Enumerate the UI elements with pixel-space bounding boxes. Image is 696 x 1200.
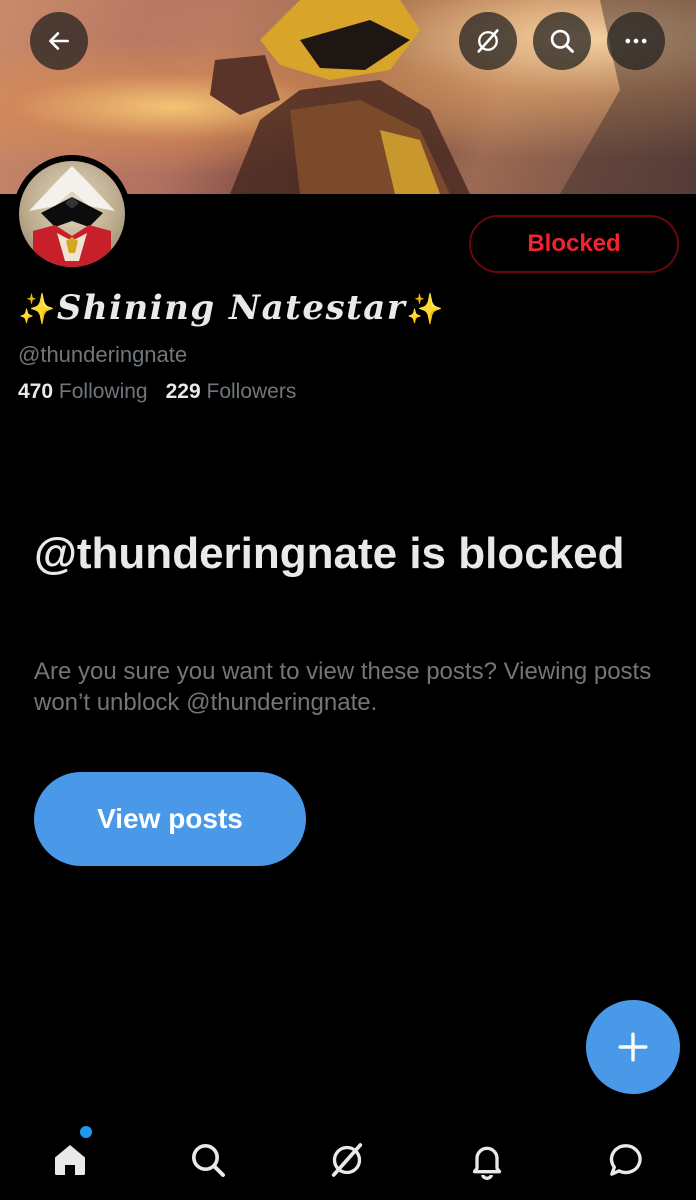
followers-count: 229 [165, 380, 201, 403]
messages-icon [609, 1144, 642, 1176]
following-label: Following [58, 380, 148, 403]
home-notification-dot [80, 1126, 92, 1138]
notifications-icon [472, 1146, 502, 1180]
sparkles-emoji: ✨ [18, 292, 57, 327]
blocked-title: @thunderingnate is blocked [34, 529, 625, 578]
following-count: 470 [18, 380, 54, 403]
profile-handle: @thunderingnate [18, 342, 188, 367]
tab-home[interactable] [40, 1130, 100, 1190]
search-icon [550, 29, 574, 53]
tab-messages[interactable] [596, 1130, 656, 1190]
grok-icon [331, 1143, 363, 1177]
plus-icon [618, 1032, 648, 1062]
search-icon [192, 1144, 225, 1177]
home-icon [55, 1145, 85, 1175]
followers-label: Followers [206, 380, 297, 403]
tab-notifications[interactable] [457, 1130, 517, 1190]
profile-stats: 470 Following 229 Followers [18, 380, 296, 404]
tab-search[interactable] [178, 1130, 238, 1190]
more-button[interactable] [607, 12, 665, 70]
followers-link[interactable]: 229 Followers [166, 380, 297, 403]
display-name: ✨Shining Natestar✨ [18, 288, 445, 328]
view-posts-button[interactable]: View posts [34, 772, 306, 866]
search-button[interactable] [533, 12, 591, 70]
following-link[interactable]: 470 Following [18, 380, 148, 403]
back-arrow-icon [49, 32, 69, 50]
back-button[interactable] [30, 12, 88, 70]
blocked-description: Are you sure you want to view these post… [34, 658, 652, 716]
grok-button[interactable] [459, 12, 517, 70]
avatar[interactable] [13, 155, 131, 273]
compose-button[interactable] [586, 1000, 680, 1094]
grok-icon [477, 29, 499, 53]
display-name-text: Shining Natestar [56, 288, 407, 328]
tab-grok[interactable] [317, 1130, 377, 1190]
more-icon [625, 38, 647, 44]
avatar-image [19, 161, 125, 267]
bottom-tab-bar [0, 1110, 696, 1200]
sparkles-emoji: ✨ [406, 292, 446, 327]
blocked-button[interactable]: Blocked [469, 215, 679, 273]
